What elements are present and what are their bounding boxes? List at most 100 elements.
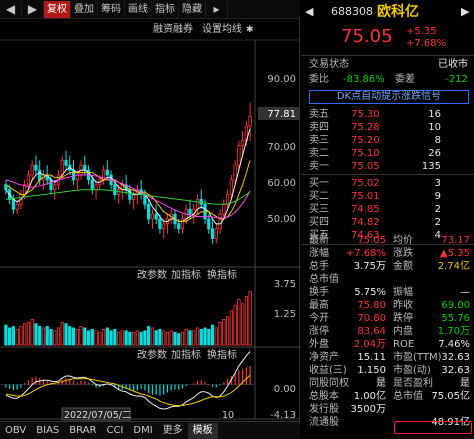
volume-bar bbox=[225, 316, 230, 346]
volume-bar bbox=[135, 330, 140, 346]
tab-obv[interactable]: OBV bbox=[0, 423, 31, 439]
weibi-label: 委比 bbox=[309, 74, 329, 85]
stat-label-right: 跌停 bbox=[393, 313, 413, 324]
bid-volume: 2 bbox=[434, 217, 441, 228]
forward-arrow-icon[interactable]: ▶ bbox=[461, 3, 469, 21]
ask-row-2[interactable]: 卖四 75.28 10 bbox=[301, 121, 474, 134]
bid-price: 74.82 bbox=[351, 217, 380, 228]
stat-label-left: 外盘 bbox=[309, 339, 329, 350]
stat-label-right: 金额 bbox=[393, 261, 413, 272]
bid-row-4[interactable]: 买四 74.82 2 bbox=[301, 216, 474, 229]
toolbar-indicator-button[interactable]: 指标 bbox=[152, 0, 179, 18]
toolbar-fuquan-button[interactable]: 复权 bbox=[44, 0, 71, 18]
macd-dea-line bbox=[5, 374, 251, 406]
volume-bar bbox=[147, 326, 151, 346]
back-arrow-icon[interactable]: ◀ bbox=[305, 3, 313, 21]
volume-bar bbox=[218, 321, 222, 346]
ask-row-4[interactable]: 卖二 75.10 26 bbox=[301, 147, 474, 160]
candle-body bbox=[162, 223, 166, 230]
vol-add-indicator-button[interactable]: 加指标 bbox=[171, 268, 201, 281]
bid-row-2[interactable]: 买二 75.01 9 bbox=[301, 190, 474, 203]
toolbar-overlay-button[interactable]: 叠加 bbox=[71, 0, 98, 18]
prev-arrow-icon[interactable]: ◀ bbox=[0, 0, 22, 18]
macd-add-indicator-button[interactable]: 加指标 bbox=[171, 348, 201, 361]
candle-body bbox=[11, 199, 16, 210]
tab-bias[interactable]: BIAS bbox=[31, 423, 64, 439]
ask-row-1[interactable]: 卖五 75.30 16 bbox=[301, 108, 474, 121]
toolbar-chip-button[interactable]: 筹码 bbox=[98, 0, 125, 18]
kline-chart-svg[interactable]: 融资融券 设置均线 ✱ 90.00 77.81 70.00 60.00 50.0… bbox=[0, 19, 300, 421]
ask-label: 卖一 bbox=[309, 161, 329, 172]
stat-label-right: 内盘 bbox=[393, 326, 413, 337]
tab-brar[interactable]: BRAR bbox=[64, 423, 101, 439]
stat-label-left: 换手 bbox=[309, 287, 329, 298]
stat-row-13: 总股本 1.00亿 总市值 75.05亿 bbox=[301, 390, 474, 403]
weibi-value: -83.86% bbox=[343, 74, 385, 85]
volume-bar bbox=[180, 331, 185, 346]
ma20-line bbox=[5, 174, 251, 219]
tab-dmi[interactable]: DMI bbox=[128, 423, 157, 439]
ma-setting-label[interactable]: 设置均线 bbox=[202, 22, 242, 35]
toolbar-drawline-button[interactable]: 画线 bbox=[125, 0, 152, 18]
stat-label-left: 总股本 bbox=[309, 391, 339, 402]
vol-switch-indicator-button[interactable]: 换指标 bbox=[207, 268, 237, 281]
stat-label-left: 涨幅 bbox=[309, 248, 329, 259]
volume-bar bbox=[105, 327, 109, 346]
financing-label[interactable]: 融资融券 bbox=[153, 22, 193, 35]
trade-status-value: 已收市 bbox=[438, 59, 468, 70]
candle-body bbox=[229, 179, 233, 195]
price-change-pct: +7.68% bbox=[406, 38, 447, 49]
bid-price: 74.85 bbox=[351, 204, 380, 215]
tab-template[interactable]: 模板 bbox=[187, 422, 218, 439]
volume-bar bbox=[169, 330, 173, 346]
vol-tick-top: 3.75 bbox=[274, 279, 296, 290]
stat-label-left: 流通股 bbox=[309, 417, 339, 428]
bid-volume: 2 bbox=[434, 204, 441, 215]
volume-bar bbox=[154, 330, 158, 346]
tab-cci[interactable]: CCI bbox=[101, 423, 128, 439]
volume-bar bbox=[86, 330, 91, 346]
volume-bar bbox=[94, 330, 98, 346]
vol-params-button[interactable]: 改参数 bbox=[137, 268, 167, 281]
volume-bar bbox=[71, 327, 76, 346]
volume-bar bbox=[162, 330, 166, 346]
ask-price: 75.05 bbox=[351, 161, 380, 172]
candle-body bbox=[49, 179, 53, 191]
volume-bar bbox=[233, 304, 237, 346]
candle-body bbox=[30, 164, 34, 176]
volume-bar bbox=[90, 328, 94, 346]
bid-volume: 3 bbox=[434, 178, 441, 189]
volume-bar bbox=[184, 328, 188, 346]
volume-bar bbox=[79, 326, 83, 346]
kline-chart-area[interactable]: 融资融券 设置均线 ✱ 90.00 77.81 70.00 60.00 50.0… bbox=[0, 19, 300, 439]
candle-body bbox=[207, 218, 211, 230]
stat-value-right: 7.46% bbox=[438, 339, 470, 350]
stat-value-left: 是 bbox=[376, 378, 386, 389]
stat-value-right: 1.70万 bbox=[437, 326, 470, 337]
stat-row-5: 换手 5.75% 振幅 — bbox=[301, 286, 474, 299]
next-arrow-icon[interactable]: ▶ bbox=[22, 0, 44, 18]
ask-row-3[interactable]: 卖三 75.20 8 bbox=[301, 134, 474, 147]
volume-bar bbox=[38, 326, 42, 346]
tab-more[interactable]: 更多 bbox=[158, 423, 188, 439]
macd-switch-indicator-button[interactable]: 换指标 bbox=[207, 348, 237, 361]
stat-label-right: 昨收 bbox=[393, 300, 413, 311]
bid-volume: 9 bbox=[434, 191, 441, 202]
volume-bar bbox=[8, 327, 12, 346]
candle-body bbox=[64, 159, 68, 166]
ask-row-5[interactable]: 卖一 75.05 135 bbox=[301, 160, 474, 173]
bid-row-3[interactable]: 买三 74.85 2 bbox=[301, 203, 474, 216]
dk-signal-banner[interactable]: DK点自动提示涨跌信号 bbox=[309, 90, 469, 104]
ask-price: 75.28 bbox=[351, 122, 380, 133]
stat-row-7: 今开 70.80 跌停 55.76 bbox=[301, 312, 474, 325]
toolbar-more-icon[interactable]: ▸ bbox=[206, 0, 228, 18]
volume-bar bbox=[68, 326, 72, 346]
month-tick: 10 bbox=[222, 410, 234, 421]
macd-params-button[interactable]: 改参数 bbox=[137, 348, 167, 361]
toolbar-hide-button[interactable]: 隐藏 bbox=[179, 0, 206, 18]
candle-body bbox=[105, 169, 109, 176]
bid-row-1[interactable]: 买一 75.02 3 bbox=[301, 177, 474, 190]
candle-body bbox=[34, 164, 38, 171]
trade-status-label: 交易状态 bbox=[309, 59, 349, 70]
candle-body bbox=[158, 218, 162, 230]
